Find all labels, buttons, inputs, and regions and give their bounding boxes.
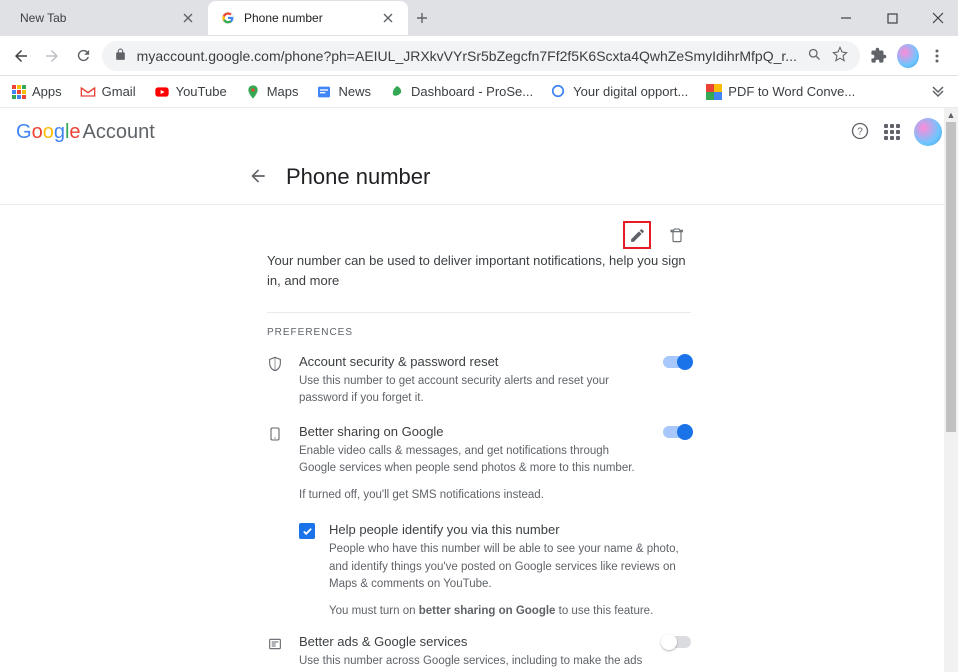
delete-button[interactable] <box>663 221 691 249</box>
gmail-icon <box>80 84 96 100</box>
preferences-label: PREFERENCES <box>267 313 691 348</box>
leaf-icon <box>389 84 405 100</box>
browser-chrome: New Tab Phone number m <box>0 0 958 108</box>
bookmark-gmail[interactable]: Gmail <box>80 84 136 100</box>
pref-title: Help people identify you via this number <box>329 522 691 537</box>
bookmarks-bar: Apps Gmail YouTube Maps News Dashboard -… <box>0 76 958 108</box>
bookmark-label: News <box>338 84 371 99</box>
page-content: Google Account ? Phone number Your numbe… <box>0 108 958 672</box>
pref-title: Better sharing on Google <box>299 424 649 439</box>
bookmarks-overflow[interactable] <box>930 82 946 101</box>
window-close-button[interactable] <box>924 4 952 32</box>
scroll-up-arrow[interactable]: ▲ <box>944 108 958 122</box>
bookmark-label: YouTube <box>176 84 227 99</box>
svg-text:?: ? <box>857 126 863 137</box>
toolbar: myaccount.google.com/phone?ph=AEIUL_JRXk… <box>0 36 958 76</box>
page-title-row: Phone number <box>0 156 958 205</box>
close-icon[interactable] <box>180 10 196 26</box>
bookmark-maps[interactable]: Maps <box>245 84 299 100</box>
star-icon[interactable] <box>832 46 848 65</box>
news-icon <box>316 84 332 100</box>
pref-description: People who have this number will be able… <box>329 541 691 593</box>
bookmark-label: Apps <box>32 84 62 99</box>
phone-description: Your number can be used to deliver impor… <box>267 251 691 312</box>
tab-title: New Tab <box>20 11 172 25</box>
settings-panel: Your number can be used to deliver impor… <box>267 215 691 667</box>
search-icon[interactable] <box>807 47 822 65</box>
google-logo: Google <box>16 121 81 144</box>
close-icon[interactable] <box>380 10 396 26</box>
pref-description: Enable video calls & messages, and get n… <box>299 443 649 478</box>
pref-title: Better ads & Google services <box>299 634 649 649</box>
pref-note: You must turn on better sharing on Googl… <box>329 603 691 620</box>
sharing-toggle[interactable] <box>663 426 691 441</box>
bookmark-label: Maps <box>267 84 299 99</box>
tab-title: Phone number <box>244 11 372 25</box>
bookmark-label: Gmail <box>102 84 136 99</box>
pref-security: Account security & password reset Use th… <box>267 348 691 418</box>
newspaper-icon <box>267 636 285 655</box>
vertical-scrollbar[interactable]: ▲ <box>944 108 958 672</box>
bookmark-dashboard[interactable]: Dashboard - ProSe... <box>389 84 533 100</box>
pref-title: Account security & password reset <box>299 354 649 369</box>
help-icon[interactable]: ? <box>850 121 870 144</box>
lock-icon <box>114 48 127 64</box>
shield-icon <box>267 356 285 375</box>
google-apps-icon[interactable] <box>884 124 900 140</box>
bookmark-pdf[interactable]: PDF to Word Conve... <box>706 84 855 100</box>
scroll-thumb[interactable] <box>946 122 956 432</box>
apps-icon <box>12 85 26 99</box>
forward-button[interactable] <box>39 42 64 70</box>
reload-button[interactable] <box>70 42 95 70</box>
url-text: myaccount.google.com/phone?ph=AEIUL_JRXk… <box>137 48 797 64</box>
profile-avatar[interactable] <box>914 118 942 146</box>
google-favicon <box>220 10 236 26</box>
pref-identify: Help people identify you via this number… <box>267 514 691 620</box>
bookmark-digital[interactable]: Your digital opport... <box>551 84 688 100</box>
pref-ads: Better ads & Google services Use this nu… <box>267 628 691 667</box>
back-arrow-icon[interactable] <box>248 166 268 189</box>
bookmark-label: Dashboard - ProSe... <box>411 84 533 99</box>
google-icon <box>551 84 567 100</box>
menu-icon[interactable] <box>925 42 950 70</box>
maximize-button[interactable] <box>878 4 906 32</box>
tab-strip: New Tab Phone number <box>0 0 958 36</box>
google-account-header: Google Account ? <box>0 108 958 156</box>
page-title: Phone number <box>286 164 430 190</box>
apps-shortcut[interactable]: Apps <box>12 84 62 99</box>
ads-toggle[interactable] <box>663 636 691 651</box>
bookmark-label: Your digital opport... <box>573 84 688 99</box>
tab-new-tab[interactable]: New Tab <box>8 1 208 35</box>
pref-sharing: Better sharing on Google Enable video ca… <box>267 418 691 515</box>
pref-description-2: If turned off, you'll get SMS notificati… <box>299 487 649 504</box>
bookmark-youtube[interactable]: YouTube <box>154 84 227 100</box>
maps-icon <box>245 84 261 100</box>
tab-phone-number[interactable]: Phone number <box>208 1 408 35</box>
pref-description: Use this number to get account security … <box>299 373 649 408</box>
device-icon <box>267 426 285 445</box>
bookmark-label: PDF to Word Conve... <box>728 84 855 99</box>
extensions-icon[interactable] <box>866 42 891 70</box>
back-button[interactable] <box>8 42 33 70</box>
youtube-icon <box>154 84 170 100</box>
new-tab-button[interactable] <box>408 4 436 32</box>
security-toggle[interactable] <box>663 356 691 371</box>
profile-avatar-small[interactable] <box>897 44 919 68</box>
account-label: Account <box>83 121 155 144</box>
pdf-icon <box>706 84 722 100</box>
minimize-button[interactable] <box>832 4 860 32</box>
address-bar[interactable]: myaccount.google.com/phone?ph=AEIUL_JRXk… <box>102 41 860 71</box>
bookmark-news[interactable]: News <box>316 84 371 100</box>
pref-description: Use this number across Google services, … <box>299 653 649 667</box>
identify-checkbox[interactable] <box>299 523 315 539</box>
edit-button[interactable] <box>623 221 651 249</box>
